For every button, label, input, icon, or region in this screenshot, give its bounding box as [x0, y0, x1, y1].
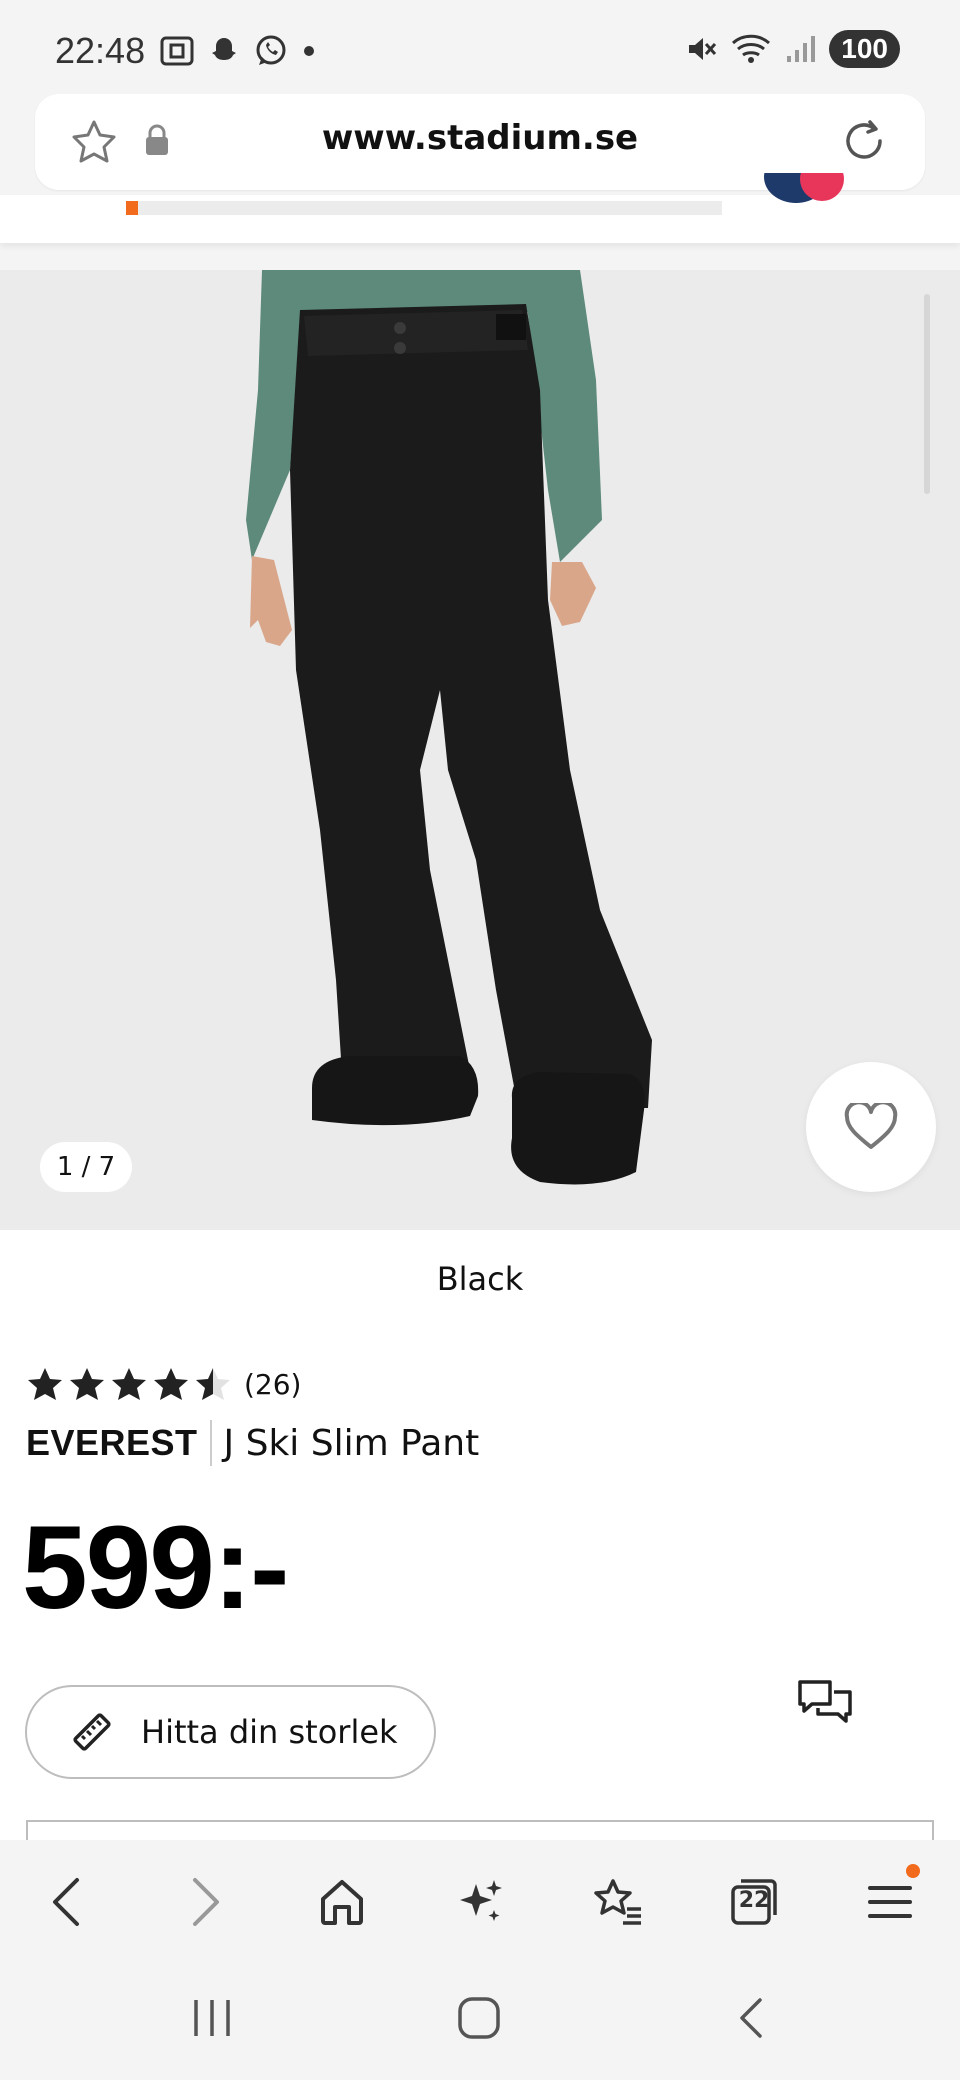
star-icon: [70, 1368, 104, 1400]
screenshot-icon: [160, 36, 194, 66]
product-name: J Ski Slim Pant: [223, 1422, 480, 1464]
snapchat-icon: [212, 38, 236, 60]
back-button[interactable]: [34, 1870, 98, 1934]
site-header: [0, 173, 960, 243]
system-navigation-bar: [0, 1960, 960, 2080]
find-size-button[interactable]: Hitta din storlek: [25, 1685, 436, 1779]
whatsapp-icon: [256, 35, 286, 65]
color-name[interactable]: Black: [0, 1260, 960, 1298]
bookmark-list-icon: [594, 1879, 641, 1925]
free-shipping-progress: [126, 201, 722, 215]
favorite-button[interactable]: [806, 1062, 936, 1192]
notification-dot: [906, 1864, 920, 1878]
status-bar: 22:48 100: [0, 0, 960, 95]
find-size-label: Hitta din storlek: [141, 1713, 398, 1751]
home-button[interactable]: [310, 1870, 374, 1934]
hamburger-menu-icon: [868, 1886, 912, 1918]
browser-toolbar: 22: [0, 1840, 960, 1960]
back-system-icon[interactable]: [736, 1996, 766, 2040]
tabs-count: 22: [738, 1888, 770, 1913]
forward-arrow-icon: [193, 1878, 219, 1926]
account-avatar[interactable]: [760, 173, 852, 215]
product-photo: [246, 270, 652, 1185]
battery-indicator: 100: [829, 30, 900, 68]
image-counter: 1 / 7: [40, 1142, 132, 1192]
ai-assistant-button[interactable]: [448, 1870, 512, 1934]
bookmarks-button[interactable]: [586, 1870, 650, 1934]
back-arrow-icon: [53, 1878, 79, 1926]
brand-name[interactable]: EVEREST: [26, 1422, 198, 1464]
rating-count: (26): [244, 1367, 302, 1401]
status-notification-icons: [160, 34, 316, 68]
signal-icon: [787, 36, 816, 62]
product-details: Black (26) EVEREST J Ski Slim Pant 599:-…: [0, 1230, 960, 1860]
ruler-icon: [73, 1713, 111, 1751]
url-text[interactable]: www.stadium.se: [35, 118, 925, 158]
product-image-gallery[interactable]: 1 / 7: [0, 270, 960, 1230]
menu-button[interactable]: [858, 1864, 922, 1934]
recent-apps-icon[interactable]: [190, 1996, 234, 2040]
star-icon: [154, 1368, 188, 1400]
product-title: EVEREST J Ski Slim Pant: [26, 1416, 479, 1470]
home-system-icon[interactable]: [456, 1996, 502, 2040]
heart-icon: [844, 1103, 898, 1149]
title-divider: [209, 1420, 212, 1466]
rating-row[interactable]: (26): [26, 1366, 301, 1402]
forward-button[interactable]: [174, 1870, 238, 1934]
product-price: 599:-: [22, 1502, 289, 1634]
star-icon: [112, 1368, 146, 1400]
wifi-icon: [732, 34, 771, 63]
chat-icon[interactable]: [796, 1676, 854, 1732]
status-system-icons: 100: [685, 30, 900, 68]
sparkle-icon: [460, 1880, 502, 1921]
home-icon: [321, 1880, 363, 1925]
reload-icon[interactable]: [839, 116, 889, 166]
mute-icon: [689, 38, 717, 60]
star-icon: [28, 1368, 62, 1400]
star-half-icon: [196, 1368, 230, 1400]
progress-fill: [126, 201, 138, 215]
tabs-button[interactable]: 22: [722, 1870, 786, 1934]
dot-icon: [304, 46, 314, 56]
status-time: 22:48: [55, 30, 146, 71]
gallery-scroll-indicator: [924, 294, 930, 494]
